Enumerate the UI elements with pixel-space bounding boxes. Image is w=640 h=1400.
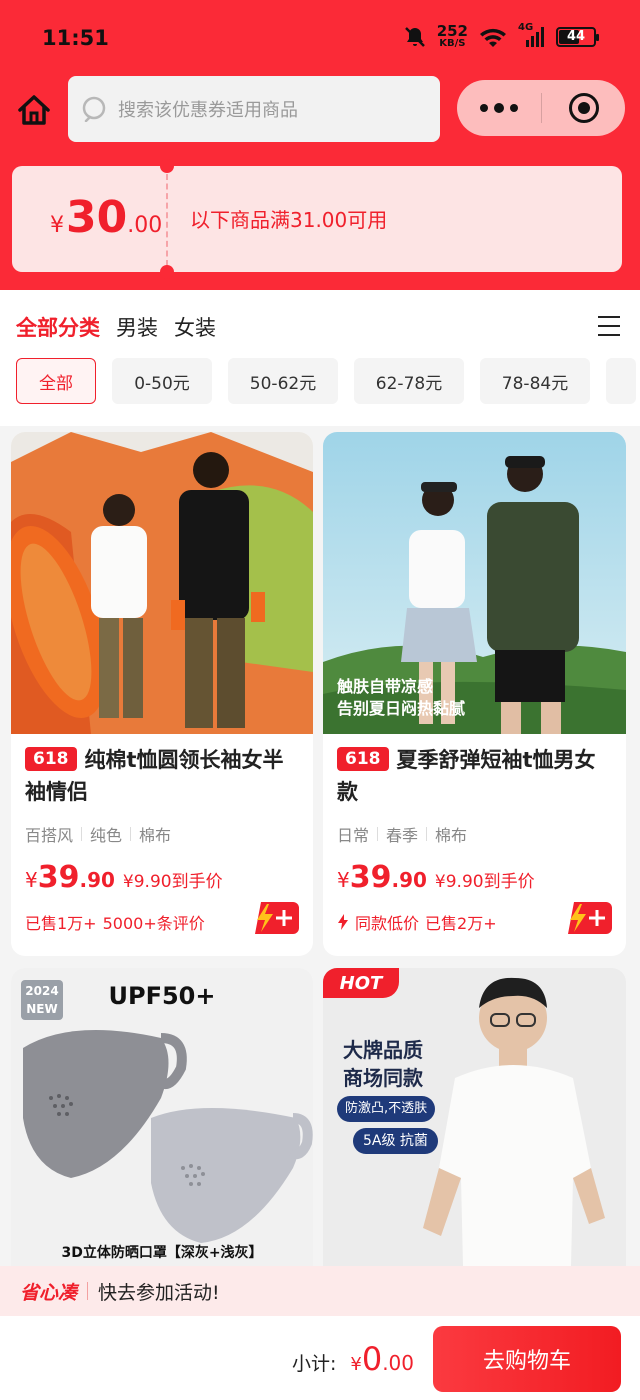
add-to-cart-button[interactable] bbox=[251, 902, 299, 934]
miniapp-capsule bbox=[457, 80, 625, 136]
subtotal-value: ¥0.00 bbox=[350, 1340, 414, 1378]
mute-bell-icon bbox=[404, 26, 425, 47]
price-chip-all[interactable]: 全部 bbox=[16, 358, 96, 404]
product-price: ¥39.90 ¥9.90到手价 bbox=[337, 860, 535, 895]
close-target-icon[interactable] bbox=[542, 80, 625, 136]
menu-icon[interactable] bbox=[598, 316, 620, 336]
search-placeholder: 搜索该优惠券适用商品 bbox=[118, 100, 298, 121]
header: 11:51 252 KB/S 4G 44 搜索该优惠券适用商品 ¥30.00 以下… bbox=[0, 0, 640, 290]
tab-menswear[interactable]: 男装 bbox=[116, 312, 158, 342]
home-icon[interactable] bbox=[16, 92, 52, 128]
subtotal-label: 小计: bbox=[291, 1353, 337, 1375]
price-chip-partial[interactable] bbox=[606, 358, 636, 404]
activity-tip-bar[interactable]: 省心凑 快去参加活动! bbox=[0, 1266, 640, 1316]
product-sales: 同款低价 已售2万+ bbox=[337, 910, 497, 934]
network-speed: 252 KB/S bbox=[436, 22, 468, 49]
lightning-icon bbox=[338, 914, 348, 930]
tip-divider bbox=[87, 1282, 89, 1300]
product-caption: 3D立体防晒口罩【深灰+浅灰】 bbox=[61, 1245, 263, 1261]
tag-618: 618 bbox=[337, 747, 389, 771]
filter-panel: 全部分类 男装 女装 全部 0-50元 50-62元 62-78元 78-84元 bbox=[0, 290, 640, 426]
battery-icon: 44 bbox=[556, 26, 599, 47]
wifi-icon bbox=[480, 28, 506, 47]
search-icon bbox=[82, 96, 106, 122]
price-chip[interactable]: 50-62元 bbox=[228, 358, 338, 404]
price-chip[interactable]: 0-50元 bbox=[112, 358, 212, 404]
coupon-notch bbox=[160, 159, 174, 173]
tab-womenswear[interactable]: 女装 bbox=[174, 312, 216, 342]
product-attrs: 百搭风 纯色 棉布 bbox=[25, 826, 172, 845]
more-icon[interactable] bbox=[457, 80, 541, 136]
image-caption: 触肤自带凉感 告别夏日闷热黏腻 bbox=[337, 677, 466, 718]
feature-pill: 5A级 抗菌 bbox=[353, 1128, 438, 1154]
tab-all-categories[interactable]: 全部分类 bbox=[16, 312, 100, 342]
tip-brand: 省心凑 bbox=[20, 1281, 78, 1304]
status-bar: 11:51 252 KB/S 4G 44 bbox=[0, 0, 640, 72]
product-card[interactable]: 2024 NEW UPF50+ 3D立体防晒口罩【深灰+浅灰】 bbox=[11, 968, 313, 1266]
coupon-divider bbox=[166, 174, 168, 266]
product-image bbox=[11, 432, 313, 734]
go-to-cart-button[interactable]: 去购物车 bbox=[433, 1326, 621, 1392]
footer-bar: 小计: ¥0.00 去购物车 bbox=[0, 1316, 640, 1400]
hot-badge: HOT bbox=[323, 968, 399, 998]
coupon-notch bbox=[160, 265, 174, 279]
category-tabs: 全部分类 男装 女装 bbox=[16, 312, 216, 342]
search-input[interactable]: 搜索该优惠券适用商品 bbox=[68, 76, 440, 142]
subtotal: 小计: ¥0.00 bbox=[292, 1340, 414, 1378]
product-title: 618 纯棉t恤圆领长袖女半袖情侣 bbox=[25, 747, 284, 804]
product-headline: 大牌品质 商场同款 bbox=[343, 1038, 423, 1090]
add-to-cart-button[interactable] bbox=[564, 902, 612, 934]
price-chip[interactable]: 78-84元 bbox=[480, 358, 590, 404]
price-chip[interactable]: 62-78元 bbox=[354, 358, 464, 404]
product-sales: 已售1万+ 5000+条评价 bbox=[25, 914, 205, 933]
product-headline: UPF50+ bbox=[108, 982, 216, 1010]
product-card[interactable]: 618 纯棉t恤圆领长袖女半袖情侣 百搭风 纯色 棉布 ¥39.90 ¥9.90到手价 … bbox=[11, 432, 313, 956]
tip-text: 快去参加活动! bbox=[98, 1281, 220, 1304]
tag-618: 618 bbox=[25, 747, 77, 771]
product-attrs: 日常 春季 棉布 bbox=[337, 826, 468, 845]
price-chips: 全部 0-50元 50-62元 62-78元 78-84元 bbox=[16, 358, 636, 404]
status-time: 11:51 bbox=[42, 26, 109, 50]
feature-pill: 防激凸,不透肤 bbox=[337, 1096, 436, 1122]
product-card[interactable]: 触肤自带凉感 告别夏日闷热黏腻 618 夏季舒弹短袖t恤男女款 日常 春季 棉布 ¥39… bbox=[323, 432, 626, 956]
product-card[interactable]: HOT 大牌品质 商场同款 防激凸,不透肤 5A级 抗菌 bbox=[323, 968, 626, 1266]
status-icons: 252 KB/S 4G 44 bbox=[403, 22, 599, 49]
coupon-amount: ¥30.00 bbox=[50, 192, 163, 243]
product-title: 618 夏季舒弹短袖t恤男女款 bbox=[337, 747, 596, 804]
cellular-signal-icon: 4G bbox=[518, 22, 546, 48]
coupon-rule: 以下商品满31.00可用 bbox=[190, 208, 388, 232]
product-price: ¥39.90 ¥9.90到手价 bbox=[25, 860, 223, 895]
coupon-card: ¥30.00 以下商品满31.00可用 bbox=[12, 159, 622, 279]
